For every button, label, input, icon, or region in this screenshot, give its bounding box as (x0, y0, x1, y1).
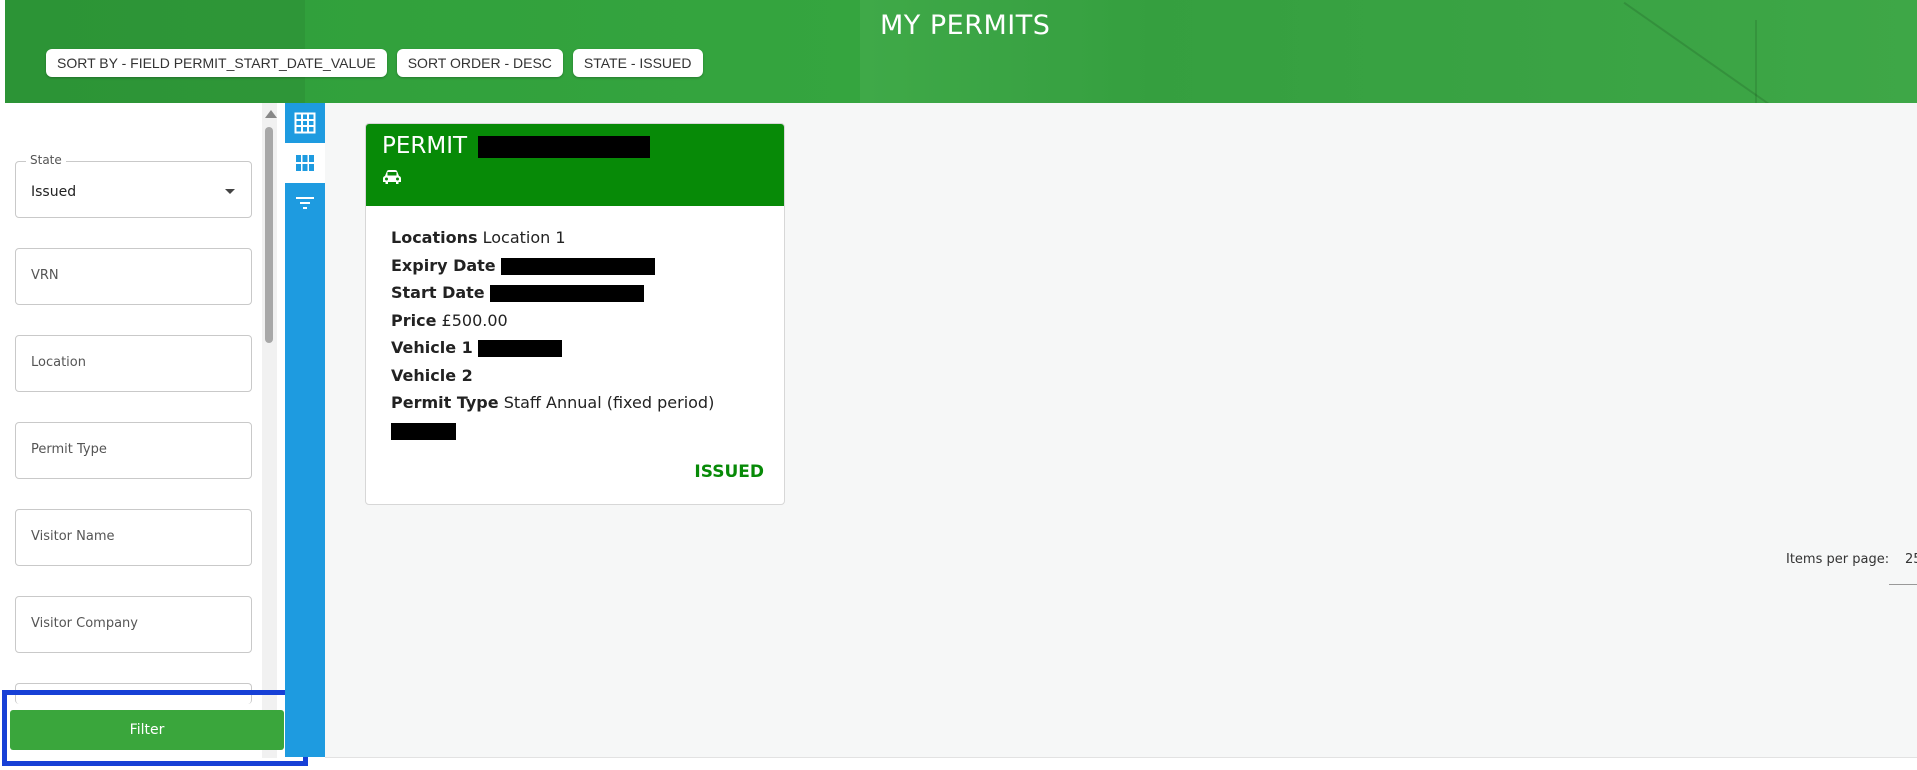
permit-type-label: Permit Type (391, 393, 499, 412)
start-date-row: Start Date (391, 279, 759, 307)
permit-card-header: PERMIT (366, 124, 784, 206)
active-filter-chips: SORT BY - FIELD PERMIT_START_DATE_VALUE … (46, 49, 703, 77)
permit-card[interactable]: PERMIT Locations Location 1 Expiry Date … (365, 123, 785, 505)
redacted-vehicle-1 (477, 340, 562, 357)
grid-icon (294, 112, 316, 134)
banner-decoration (1755, 20, 1757, 103)
visitor-name-field[interactable]: Visitor Name (15, 509, 252, 566)
filter-panel: State Issued VRN Location Permit Type Vi… (5, 103, 283, 758)
price-value: £500.00 (441, 310, 508, 330)
tiles-icon (296, 155, 314, 171)
filter-toggle-button[interactable] (285, 183, 325, 223)
vrn-placeholder: VRN (31, 268, 59, 283)
chip-sort-order[interactable]: SORT ORDER - DESC (396, 49, 563, 77)
state-select[interactable]: State Issued (15, 153, 252, 218)
status-badge: ISSUED (694, 462, 764, 482)
scroll-up-arrow-icon[interactable] (265, 110, 277, 118)
page-title: MY PERMITS (880, 10, 1051, 41)
dropdown-caret-icon (225, 189, 235, 194)
visitor-company-placeholder: Visitor Company (31, 616, 138, 631)
redacted-row (391, 417, 759, 445)
start-date-label: Start Date (391, 283, 485, 302)
locations-label: Locations (391, 228, 478, 247)
redacted-start-date (489, 285, 644, 302)
tile-view-button[interactable] (285, 143, 325, 183)
chip-state[interactable]: STATE - ISSUED (572, 49, 703, 77)
grid-view-button[interactable] (285, 103, 325, 143)
permit-card-body: Locations Location 1 Expiry Date Start D… (366, 206, 784, 444)
permit-title-label: PERMIT (382, 133, 468, 159)
redacted-permit-number (478, 135, 651, 158)
permit-type-field[interactable]: Permit Type (15, 422, 252, 479)
state-label: State (26, 153, 66, 167)
redacted-extra-field (391, 422, 456, 440)
chip-sort-by[interactable]: SORT BY - FIELD PERMIT_START_DATE_VALUE (46, 49, 387, 77)
filter-list-icon (296, 197, 314, 209)
vrn-field[interactable]: VRN (15, 248, 252, 305)
visitor-name-placeholder: Visitor Name (31, 529, 115, 544)
vehicle-1-row: Vehicle 1 (391, 334, 759, 362)
scroll-thumb[interactable] (265, 127, 273, 343)
visitor-company-field[interactable]: Visitor Company (15, 596, 252, 653)
state-value: Issued (31, 184, 77, 200)
permit-type-value: Staff Annual (fixed period) (503, 393, 715, 412)
location-placeholder: Location (31, 355, 86, 370)
expiry-date-row: Expiry Date (391, 252, 759, 280)
locations-value: Location 1 (482, 228, 566, 247)
view-toolbar (285, 103, 325, 757)
price-row: Price £500.00 (391, 307, 759, 335)
vehicle-2-row: Vehicle 2 (391, 362, 759, 390)
highlight-box (2, 690, 308, 766)
redacted-expiry-date (500, 257, 655, 275)
main-content: PERMIT Locations Location 1 Expiry Date … (325, 103, 1917, 758)
permit-type-row: Permit Type Staff Annual (fixed period) (391, 389, 759, 417)
items-per-page-select[interactable]: 25 (1905, 552, 1917, 567)
price-label: Price (391, 310, 437, 330)
permit-type-placeholder: Permit Type (31, 442, 107, 457)
items-per-page-underline (1889, 584, 1917, 585)
vehicle-2-label: Vehicle 2 (391, 365, 473, 385)
locations-row: Locations Location 1 (391, 224, 759, 252)
expiry-date-label: Expiry Date (391, 255, 496, 275)
car-icon (383, 170, 401, 184)
vehicle-1-label: Vehicle 1 (391, 338, 473, 357)
location-field[interactable]: Location (15, 335, 252, 392)
items-per-page-label: Items per page: (1786, 552, 1890, 567)
filter-scrollbar[interactable] (262, 103, 277, 758)
permit-title: PERMIT (382, 133, 651, 159)
